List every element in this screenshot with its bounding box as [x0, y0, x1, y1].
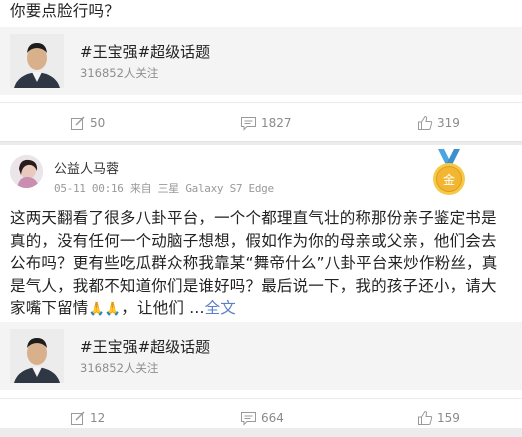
praying-hands-emoji: 🙏🙏 — [88, 302, 122, 317]
topic-thumbnail — [10, 34, 64, 88]
comment-count: 1827 — [261, 116, 292, 130]
repost-button[interactable]: 12 — [70, 399, 105, 437]
post-text: 这两天翻看了很多八卦平台，一个个都理直气壮的称那份亲子鉴定书是真的，没有任何一个… — [10, 207, 512, 322]
topic-title[interactable]: #王宝强#超级话题 — [80, 336, 210, 357]
comment-icon — [241, 116, 256, 131]
edit-icon — [71, 116, 85, 130]
read-more-link[interactable]: 全文 — [205, 299, 236, 317]
topic-thumbnail — [10, 329, 64, 383]
comment-button[interactable]: 1827 — [240, 104, 292, 142]
comment-count: 664 — [261, 411, 284, 425]
post-body-end: ，让他们 ... — [121, 299, 205, 317]
like-button[interactable]: 159 — [417, 399, 460, 437]
action-bar: 50 1827 319 — [0, 104, 522, 142]
thumbs-up-icon — [418, 410, 433, 425]
comment-icon — [241, 411, 256, 426]
gold-medal-icon: 金 — [433, 149, 465, 195]
topic-followers: 316852人关注 — [80, 66, 159, 80]
repost-count: 50 — [90, 116, 106, 130]
username[interactable]: 公益人马蓉 — [54, 158, 119, 177]
avatar[interactable] — [10, 155, 43, 188]
post-card-1: 你要点脸行吗？ #王宝强#超级话题 316852人关注 50 1827 319 — [0, 0, 522, 142]
like-button[interactable]: 319 — [417, 104, 460, 142]
repost-button[interactable]: 50 — [70, 104, 105, 142]
post-text: 你要点脸行吗？ — [10, 2, 120, 20]
svg-text:金: 金 — [443, 172, 455, 187]
like-count: 319 — [437, 116, 460, 130]
edit-icon — [71, 411, 85, 425]
comment-button[interactable]: 664 — [240, 399, 284, 437]
post-card-2: 公益人马蓉 05-11 00:16 来自 三星 Galaxy S7 Edge 金… — [0, 145, 522, 428]
topic-followers: 316852人关注 — [80, 361, 159, 375]
topic-title[interactable]: #王宝强#超级话题 — [80, 41, 210, 62]
action-bar: 12 664 159 — [0, 399, 522, 437]
topic-card[interactable]: #王宝强#超级话题 316852人关注 — [0, 27, 522, 95]
divider — [0, 102, 522, 103]
post-meta: 05-11 00:16 来自 三星 Galaxy S7 Edge — [54, 182, 274, 195]
like-count: 159 — [437, 411, 460, 425]
post-body: 这两天翻看了很多八卦平台，一个个都理直气壮的称那份亲子鉴定书是真的，没有任何一个… — [10, 209, 498, 317]
topic-card[interactable]: #王宝强#超级话题 316852人关注 — [0, 322, 522, 390]
thumbs-up-icon — [418, 115, 433, 130]
repost-count: 12 — [90, 411, 106, 425]
